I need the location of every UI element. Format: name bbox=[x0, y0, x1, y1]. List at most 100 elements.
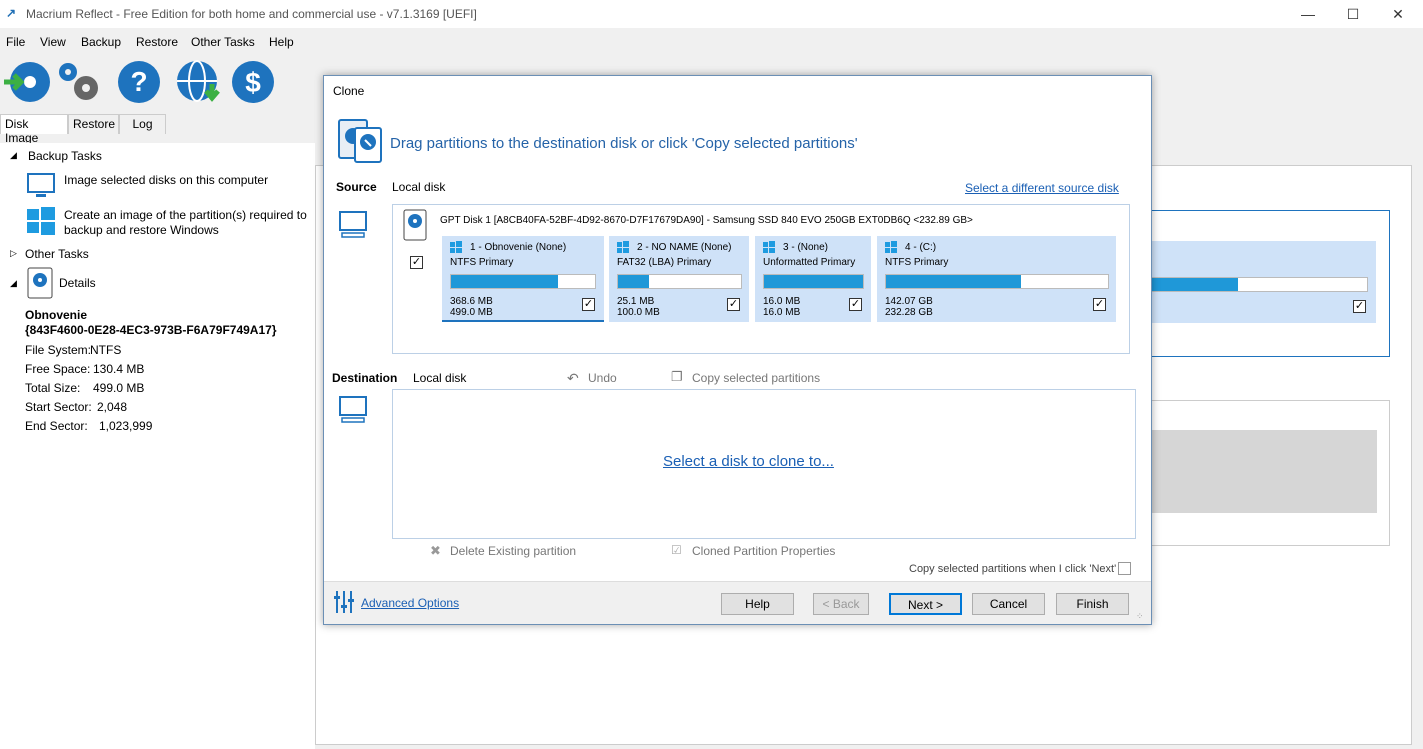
cloned-partition-properties-button[interactable]: Cloned Partition Properties bbox=[692, 544, 835, 558]
task-image-selected-disks[interactable]: Image selected disks on this computer bbox=[64, 173, 268, 187]
title-bar: ↗ Macrium Reflect - Free Edition for bot… bbox=[0, 0, 1423, 28]
disk-info: GPT Disk 1 [A8CB40FA-52BF-4D92-8670-D7F1… bbox=[440, 215, 973, 226]
usage-fill bbox=[886, 275, 1022, 288]
finish-button[interactable]: Finish bbox=[1056, 593, 1129, 615]
window-title: Macrium Reflect - Free Edition for both … bbox=[26, 7, 477, 21]
partition-1[interactable]: 1 - Obnovenie (None) NTFS Primary 368.6 … bbox=[442, 236, 604, 322]
collapse-arrow-icon[interactable]: ◢ bbox=[10, 150, 17, 161]
tab-restore[interactable]: Restore bbox=[68, 114, 119, 134]
free-space-value: 130.4 MB bbox=[93, 362, 145, 376]
tab-log[interactable]: Log bbox=[119, 114, 166, 134]
fs-value: NTFS bbox=[90, 343, 122, 357]
usage-fill bbox=[451, 275, 558, 288]
web-update-icon[interactable] bbox=[176, 60, 220, 104]
help-button[interactable]: Help bbox=[721, 593, 794, 615]
close-button[interactable]: ✕ bbox=[1375, 0, 1421, 28]
menu-file[interactable]: File bbox=[6, 35, 25, 49]
windows-logo-icon bbox=[27, 207, 55, 238]
copy-icon: ❐ bbox=[671, 369, 683, 384]
windows-logo-icon bbox=[617, 241, 629, 256]
settings-gears-icon[interactable] bbox=[56, 60, 100, 104]
buy-dollar-icon[interactable]: $ bbox=[231, 60, 275, 104]
partition-checkbox[interactable]: ✓ bbox=[582, 298, 595, 311]
partition-checkbox[interactable]: ✓ bbox=[727, 298, 740, 311]
partition-usage-bar bbox=[885, 274, 1109, 289]
dialog-title: Clone bbox=[333, 84, 365, 98]
partition-used: 16.0 MB bbox=[763, 296, 801, 307]
resize-grip-icon[interactable]: ⁘ bbox=[1136, 611, 1144, 622]
disk-image-toolbar-icon[interactable] bbox=[4, 60, 50, 104]
background-dest-block bbox=[1146, 430, 1377, 513]
tab-disk-image[interactable]: Disk Image bbox=[0, 114, 68, 145]
source-label: Source bbox=[336, 180, 377, 194]
partition-used: 368.6 MB bbox=[450, 296, 493, 307]
svg-text:$: $ bbox=[245, 67, 261, 98]
destination-label: Destination bbox=[332, 371, 398, 385]
sliders-icon bbox=[333, 591, 355, 616]
delete-icon: ✖ bbox=[430, 543, 441, 558]
partition-checkbox[interactable]: ✓ bbox=[849, 298, 862, 311]
next-button[interactable]: Next > bbox=[889, 593, 962, 615]
partition-3[interactable]: 3 - (None) Unformatted Primary 16.0 MB 1… bbox=[755, 236, 871, 322]
back-button[interactable]: < Back bbox=[813, 593, 869, 615]
menu-other-tasks[interactable]: Other Tasks bbox=[191, 35, 255, 49]
free-space-label: Free Space: bbox=[25, 362, 91, 376]
expand-arrow-icon[interactable]: ▷ bbox=[10, 248, 17, 259]
background-checkbox: ✓ bbox=[1353, 300, 1366, 313]
windows-logo-icon bbox=[763, 241, 775, 256]
start-sector-value: 2,048 bbox=[97, 400, 128, 414]
task-image-windows-partitions-line2[interactable]: backup and restore Windows bbox=[64, 223, 219, 237]
fs-label: File System: bbox=[25, 343, 92, 357]
partition-guid: {843F4600-0E28-4EC3-973B-F6A79F749A17} bbox=[25, 323, 277, 337]
partition-total: 499.0 MB bbox=[450, 307, 493, 318]
advanced-options-link[interactable]: Advanced Options bbox=[361, 596, 459, 610]
disk-drive-icon bbox=[403, 209, 427, 244]
maximize-button[interactable]: ☐ bbox=[1330, 0, 1376, 28]
clone-disk-icon bbox=[337, 118, 383, 167]
task-image-windows-partitions[interactable]: Create an image of the partition(s) requ… bbox=[64, 208, 307, 222]
partition-2[interactable]: 2 - NO NAME (None) FAT32 (LBA) Primary 2… bbox=[609, 236, 749, 322]
partition-total: 232.28 GB bbox=[885, 307, 933, 318]
partition-name: 4 - (C:) bbox=[905, 242, 937, 253]
delete-existing-partition-button[interactable]: Delete Existing partition bbox=[450, 544, 576, 558]
left-task-pane: ◢ Backup Tasks Image selected disks on t… bbox=[0, 143, 315, 749]
total-size-value: 499.0 MB bbox=[93, 381, 145, 395]
partition-4[interactable]: 4 - (C:) NTFS Primary 142.07 GB 232.28 G… bbox=[877, 236, 1116, 322]
background-bar bbox=[1151, 277, 1368, 292]
usage-fill bbox=[764, 275, 863, 288]
collapse-arrow-icon[interactable]: ◢ bbox=[10, 278, 17, 289]
menu-view[interactable]: View bbox=[40, 35, 66, 49]
cancel-button[interactable]: Cancel bbox=[972, 593, 1045, 615]
partition-type: NTFS Primary bbox=[450, 257, 514, 268]
source-computer-icon bbox=[339, 211, 367, 242]
svg-text:?: ? bbox=[130, 66, 147, 97]
app-logo-icon: ↗ bbox=[6, 6, 17, 20]
select-disk-to-clone-link[interactable]: Select a disk to clone to... bbox=[663, 453, 834, 470]
undo-button[interactable]: Undo bbox=[588, 371, 617, 385]
minimize-button[interactable]: — bbox=[1285, 0, 1331, 28]
menu-restore[interactable]: Restore bbox=[136, 35, 178, 49]
copy-when-next-label: Copy selected partitions when I click 'N… bbox=[909, 563, 1117, 575]
partition-disk-icon bbox=[27, 267, 53, 302]
select-disk-checkbox[interactable]: ✓ bbox=[410, 256, 423, 269]
partition-type: NTFS Primary bbox=[885, 257, 949, 268]
help-icon[interactable]: ? bbox=[117, 60, 161, 104]
partition-type: FAT32 (LBA) Primary bbox=[617, 257, 712, 268]
start-sector-label: Start Sector: bbox=[25, 400, 92, 414]
end-sector-label: End Sector: bbox=[25, 419, 88, 433]
partition-total: 16.0 MB bbox=[763, 307, 801, 318]
menu-bar: File View Backup Restore Other Tasks Hel… bbox=[0, 30, 1423, 52]
copy-selected-partitions-button[interactable]: Copy selected partitions bbox=[692, 371, 820, 385]
copy-when-next-checkbox[interactable] bbox=[1118, 562, 1131, 575]
partition-checkbox[interactable]: ✓ bbox=[1093, 298, 1106, 311]
menu-help[interactable]: Help bbox=[269, 35, 294, 49]
partition-used: 142.07 GB bbox=[885, 296, 933, 307]
clone-dialog: Clone Drag partitions to the destination… bbox=[323, 75, 1152, 625]
partition-usage-bar bbox=[763, 274, 864, 289]
left-tabs: Disk Image Restore Log bbox=[0, 114, 320, 145]
menu-backup[interactable]: Backup bbox=[81, 35, 121, 49]
other-tasks-heading: Other Tasks bbox=[25, 247, 89, 261]
backup-tasks-heading: Backup Tasks bbox=[28, 149, 102, 163]
end-sector-value: 1,023,999 bbox=[99, 419, 153, 433]
select-source-disk-link[interactable]: Select a different source disk bbox=[965, 181, 1119, 195]
